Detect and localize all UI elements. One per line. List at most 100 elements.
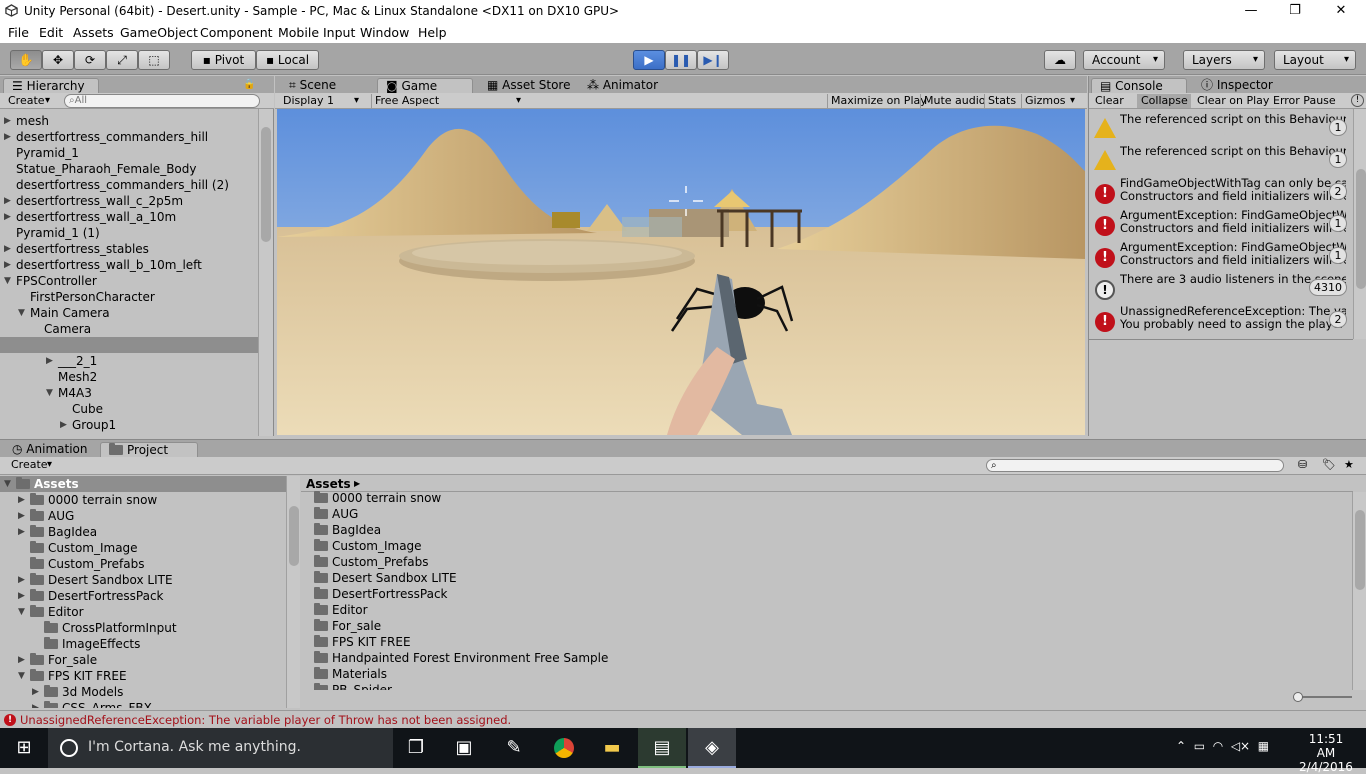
pause-button[interactable]: ❚❚: [665, 50, 697, 70]
expand-arrow-icon[interactable]: ▶: [4, 113, 11, 129]
app-monitor-icon[interactable]: ▣: [440, 728, 488, 768]
minimize-button[interactable]: —: [1228, 0, 1274, 22]
lock-icon[interactable]: 🔒: [243, 79, 255, 90]
console-collapse-toggle[interactable]: Collapse: [1137, 94, 1191, 108]
asset-folder-item[interactable]: Materials: [314, 666, 387, 682]
hierarchy-item[interactable]: FirstPersonCharacter: [0, 289, 258, 305]
hierarchy-item[interactable]: ▶ Group1: [0, 417, 258, 433]
menu-help[interactable]: Help: [418, 25, 447, 40]
hierarchy-scroll-thumb[interactable]: [261, 127, 271, 242]
expand-arrow-icon[interactable]: ▶: [4, 241, 11, 257]
file-explorer-icon[interactable]: ▬: [588, 728, 636, 768]
hierarchy-item[interactable]: ▼ M4A3: [0, 385, 258, 401]
app-paint-icon[interactable]: ✎: [490, 728, 538, 768]
console-info-toggle-icon[interactable]: !: [1351, 94, 1364, 107]
asset-folder-item[interactable]: Editor: [314, 602, 368, 618]
zoom-slider-handle[interactable]: [1293, 692, 1303, 702]
asset-folder-item[interactable]: PB_Spider: [314, 682, 392, 690]
expand-arrow-icon[interactable]: ▶: [4, 209, 11, 225]
hand-tool-icon[interactable]: ✋: [10, 50, 42, 70]
menu-component[interactable]: Component: [200, 25, 273, 40]
asset-folder-item[interactable]: For_sale: [314, 618, 381, 634]
expand-arrow-icon[interactable]: ▶: [32, 684, 39, 700]
error-pause-toggle[interactable]: Error Pause: [1269, 94, 1341, 108]
close-button[interactable]: ✕: [1318, 0, 1364, 22]
step-button[interactable]: ▶❙: [697, 50, 729, 70]
project-tree-item[interactable]: Custom_Image: [0, 540, 286, 556]
expand-arrow-icon[interactable]: ▶: [18, 524, 25, 540]
project-tree-item[interactable]: ▶ For_sale: [0, 652, 286, 668]
project-tree-item[interactable]: ▼ Editor: [0, 604, 286, 620]
project-tree-item[interactable]: CrossPlatformInput: [0, 620, 286, 636]
tab-project[interactable]: Project: [100, 442, 198, 458]
expand-arrow-icon[interactable]: ▶: [4, 129, 11, 145]
hierarchy-item[interactable]: ▶ desertfortress_wall_a_10m: [0, 209, 258, 225]
console-entry[interactable]: ! FindGameObjectWithTag can only be calle…: [1089, 177, 1351, 209]
assets-root-row[interactable]: ▼ Assets: [0, 476, 286, 492]
stats-toggle[interactable]: Stats: [984, 94, 1020, 108]
project-tree-item[interactable]: ▼ FPS KIT FREE: [0, 668, 286, 684]
hierarchy-item[interactable]: ▶ mesh: [0, 113, 258, 129]
zoom-slider[interactable]: [1296, 696, 1352, 698]
expand-arrow-icon[interactable]: ▼: [46, 385, 53, 401]
hierarchy-item[interactable]: ▼ Main Camera: [0, 305, 258, 321]
hierarchy-item[interactable]: Pyramid_1 (1): [0, 225, 258, 241]
expand-arrow-icon[interactable]: ▶: [32, 700, 39, 708]
menu-mobile-input[interactable]: Mobile Input: [278, 25, 355, 40]
menu-assets[interactable]: Assets: [73, 25, 114, 40]
console-entry[interactable]: ! UnassignedReferenceException: The varia…: [1089, 305, 1351, 337]
tab-scene[interactable]: ⌗ Scene: [281, 78, 371, 94]
tab-inspector[interactable]: ⓘ Inspector: [1193, 78, 1289, 94]
project-tree-scroll-thumb[interactable]: [289, 506, 299, 566]
hierarchy-item[interactable]: ▶ desertfortress_wall_c_2p5m: [0, 193, 258, 209]
project-tree-item[interactable]: Custom_Prefabs: [0, 556, 286, 572]
menu-window[interactable]: Window: [360, 25, 409, 40]
expand-arrow-icon[interactable]: ▶: [18, 572, 25, 588]
console-entry[interactable]: ! ArgumentException: FindGameObjectWith Co…: [1089, 241, 1351, 273]
expand-arrow-icon[interactable]: ▼: [4, 273, 11, 289]
expand-arrow-icon[interactable]: ▶: [46, 353, 53, 369]
asset-folder-item[interactable]: Custom_Image: [314, 538, 422, 554]
filter-type-icon[interactable]: ⛁: [1298, 458, 1307, 471]
move-tool-icon[interactable]: ✥: [42, 50, 74, 70]
gizmos-dropdown[interactable]: Gizmos: [1021, 94, 1081, 108]
maximize-on-play-toggle[interactable]: Maximize on Play: [827, 94, 927, 108]
status-bar[interactable]: ! UnassignedReferenceException: The vari…: [0, 710, 1366, 728]
tab-asset-store[interactable]: ▦ Asset Store: [479, 78, 579, 94]
project-tree-item[interactable]: ImageEffects: [0, 636, 286, 652]
hierarchy-create-button[interactable]: Create: [4, 94, 56, 108]
hierarchy-search-input[interactable]: ⌕All: [64, 94, 260, 108]
hierarchy-scrollbar[interactable]: [258, 109, 273, 436]
expand-arrow-icon[interactable]: ▶: [18, 652, 25, 668]
task-view-icon[interactable]: ❐: [392, 728, 440, 768]
restore-button[interactable]: ❐: [1272, 0, 1318, 22]
asset-folder-item[interactable]: Custom_Prefabs: [314, 554, 429, 570]
project-tree-item[interactable]: ▶ DesertFortressPack: [0, 588, 286, 604]
console-scroll-thumb[interactable]: [1356, 169, 1366, 289]
console-entry[interactable]: ! There are 3 audio listeners in the scen…: [1089, 273, 1351, 305]
local-toggle[interactable]: ▪ Local: [256, 50, 319, 70]
console-entry[interactable]: The referenced script on this Behaviour 1: [1089, 113, 1351, 145]
console-entry[interactable]: The referenced script on this Behaviour 1: [1089, 145, 1351, 177]
cortana-search-box[interactable]: I'm Cortana. Ask me anything.: [48, 728, 393, 768]
tab-console[interactable]: ▤ Console: [1091, 78, 1187, 94]
console-clear-button[interactable]: Clear: [1095, 94, 1135, 108]
hierarchy-item[interactable]: ▶ desertfortress_stables: [0, 241, 258, 257]
winrar-icon[interactable]: ▤: [638, 728, 686, 768]
expand-arrow-icon[interactable]: ▶: [18, 492, 25, 508]
unity-taskbar-icon[interactable]: ◈: [688, 728, 736, 768]
clear-on-play-toggle[interactable]: Clear on Play: [1193, 94, 1271, 108]
expand-arrow-icon[interactable]: ▶: [18, 588, 25, 604]
project-search-input[interactable]: ⌕: [986, 459, 1284, 472]
rotate-tool-icon[interactable]: ⟳: [74, 50, 106, 70]
hierarchy-item[interactable]: desertfortress_commanders_hill (2): [0, 177, 258, 193]
hierarchy-item[interactable]: Mesh2: [0, 369, 258, 385]
console-scrollbar[interactable]: [1353, 109, 1366, 339]
display-dropdown[interactable]: Display 1: [283, 94, 365, 108]
menu-edit[interactable]: Edit: [39, 25, 63, 40]
hierarchy-item[interactable]: Camera: [0, 321, 258, 337]
hierarchy-item[interactable]: ▶ desertfortress_wall_b_10m_left: [0, 257, 258, 273]
asset-folder-item[interactable]: DesertFortressPack: [314, 586, 448, 602]
cloud-button[interactable]: ☁: [1044, 50, 1076, 70]
expand-arrow-icon[interactable]: ▶: [4, 257, 11, 273]
